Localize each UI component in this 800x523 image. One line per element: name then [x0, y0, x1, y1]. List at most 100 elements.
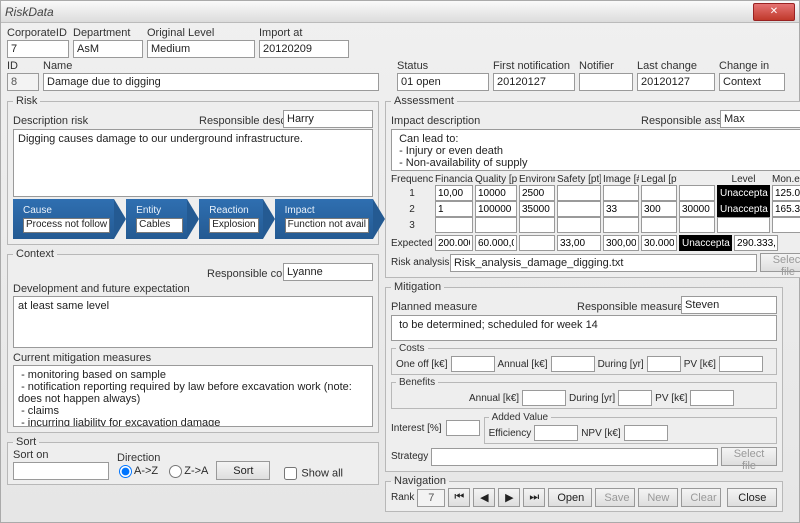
- development-textarea[interactable]: [13, 296, 373, 348]
- import-at-field[interactable]: [259, 40, 349, 58]
- resp-context-field[interactable]: [283, 263, 373, 281]
- original-level-field[interactable]: [147, 40, 255, 58]
- added-value-group: Added Value Efficiency NPV [k€]: [484, 412, 777, 444]
- risk-flow: Cause Process not follow Entity Cables R…: [13, 199, 373, 239]
- clear-button[interactable]: Clear: [681, 488, 721, 507]
- assessment-select-file-button[interactable]: Select file: [760, 253, 800, 272]
- cell-moneq[interactable]: [772, 201, 800, 217]
- nav-last-button[interactable]: ⏭: [523, 488, 545, 507]
- strategy-field[interactable]: [431, 448, 718, 466]
- window-title: RiskData: [5, 5, 54, 19]
- sort-button[interactable]: Sort: [216, 461, 270, 480]
- expected-env[interactable]: [519, 235, 555, 251]
- cell-qual[interactable]: [519, 201, 555, 217]
- cell-img[interactable]: [641, 217, 677, 233]
- cell-env[interactable]: [557, 185, 601, 201]
- chev-impact[interactable]: Impact Function not avail: [275, 199, 373, 239]
- lbl-interest: Interest [%]: [391, 423, 442, 434]
- lbl-resp-context: Responsible context: [207, 268, 279, 280]
- cell-fin[interactable]: [475, 217, 517, 233]
- cell-moneq[interactable]: [772, 185, 800, 201]
- status-field[interactable]: [397, 73, 489, 91]
- resp-measure-field[interactable]: [681, 296, 777, 314]
- cell-saf[interactable]: [603, 185, 639, 201]
- cell-env[interactable]: [557, 217, 601, 233]
- cell-freq[interactable]: [435, 217, 473, 233]
- risk-description-textarea[interactable]: [13, 129, 373, 197]
- b-annual[interactable]: [522, 390, 566, 406]
- lbl-c-pv: PV [k€]: [684, 359, 716, 370]
- name-field[interactable]: [43, 73, 379, 91]
- risk-analysis-field[interactable]: [450, 254, 757, 272]
- c-pv[interactable]: [719, 356, 763, 372]
- close-icon[interactable]: ✕: [753, 3, 795, 21]
- expected-img[interactable]: [603, 235, 639, 251]
- save-button[interactable]: Save: [595, 488, 635, 507]
- mitigation-select-file-button[interactable]: Select file: [721, 447, 777, 466]
- planned-measure-textarea[interactable]: [391, 315, 777, 341]
- expected-fin[interactable]: [435, 235, 473, 251]
- cell-fin[interactable]: [475, 185, 517, 201]
- department-field[interactable]: [73, 40, 143, 58]
- sort-on-field[interactable]: [13, 462, 109, 480]
- notifier-field[interactable]: [579, 73, 633, 91]
- cell-qual[interactable]: [519, 185, 555, 201]
- resp-assess-field[interactable]: [720, 110, 800, 128]
- nav-prev-button[interactable]: ◀: [473, 488, 495, 507]
- chev-cause[interactable]: Cause Process not follow: [13, 199, 114, 239]
- expected-leg[interactable]: [641, 235, 677, 251]
- current-mitigation-textarea[interactable]: [13, 365, 373, 427]
- resp-description-field[interactable]: [283, 110, 373, 128]
- chev-reaction[interactable]: Reaction Explosion: [199, 199, 262, 239]
- cell-freq[interactable]: [435, 201, 473, 217]
- interest-field[interactable]: [446, 420, 480, 436]
- c-annual[interactable]: [551, 356, 595, 372]
- cell-fin[interactable]: [475, 201, 517, 217]
- lbl-b-during: During [yr]: [569, 393, 615, 404]
- c-during[interactable]: [647, 356, 681, 372]
- cell-env[interactable]: [557, 201, 601, 217]
- lbl-development: Development and future expectation: [13, 283, 373, 295]
- benefits-legend: Benefits: [396, 377, 438, 388]
- first-notification-field[interactable]: [493, 73, 575, 91]
- cell-img[interactable]: [641, 185, 677, 201]
- lbl-risk-analysis: Risk analysis: [391, 257, 447, 268]
- new-button[interactable]: New: [638, 488, 678, 507]
- nav-first-button[interactable]: ⏮: [448, 488, 470, 507]
- cell-moneq[interactable]: [772, 217, 800, 233]
- radio-za[interactable]: Z->A: [167, 465, 208, 477]
- cell-leg[interactable]: [679, 201, 715, 217]
- cell-img[interactable]: [641, 201, 677, 217]
- expected-mon[interactable]: [734, 235, 778, 251]
- nav-next-button[interactable]: ▶: [498, 488, 520, 507]
- radio-az[interactable]: A->Z: [117, 465, 158, 477]
- cell-saf[interactable]: [603, 201, 639, 217]
- lbl-c-annual: Annual [k€]: [498, 359, 548, 370]
- show-all-checkbox[interactable]: Show all: [278, 467, 343, 480]
- expected-saf[interactable]: [557, 235, 601, 251]
- lbl-id: ID: [7, 60, 39, 72]
- expected-qual[interactable]: [475, 235, 517, 251]
- cell-leg[interactable]: [679, 185, 715, 201]
- efficiency-field[interactable]: [534, 425, 578, 441]
- cell-qual[interactable]: [519, 217, 555, 233]
- lbl-current-mitigation: Current mitigation measures: [13, 352, 373, 364]
- open-button[interactable]: Open: [548, 488, 592, 507]
- c-oneoff[interactable]: [451, 356, 495, 372]
- b-during[interactable]: [618, 390, 652, 406]
- cell-level: Unaccepta: [717, 185, 770, 201]
- change-in-field[interactable]: [719, 73, 785, 91]
- cell-saf[interactable]: [603, 217, 639, 233]
- lbl-sort-on: Sort on: [13, 449, 109, 461]
- cell-freq[interactable]: [435, 185, 473, 201]
- close-button[interactable]: Close: [727, 488, 777, 507]
- chev-entity[interactable]: Entity Cables: [126, 199, 187, 239]
- cell-leg[interactable]: [679, 217, 715, 233]
- b-pv[interactable]: [690, 390, 734, 406]
- last-change-field[interactable]: [637, 73, 715, 91]
- impact-desc-textarea[interactable]: [391, 129, 800, 171]
- npv-field[interactable]: [624, 425, 668, 441]
- corporate-id-field[interactable]: [7, 40, 69, 58]
- col-frequency: Frequency: [391, 174, 433, 185]
- lbl-npv: NPV [k€]: [581, 428, 620, 439]
